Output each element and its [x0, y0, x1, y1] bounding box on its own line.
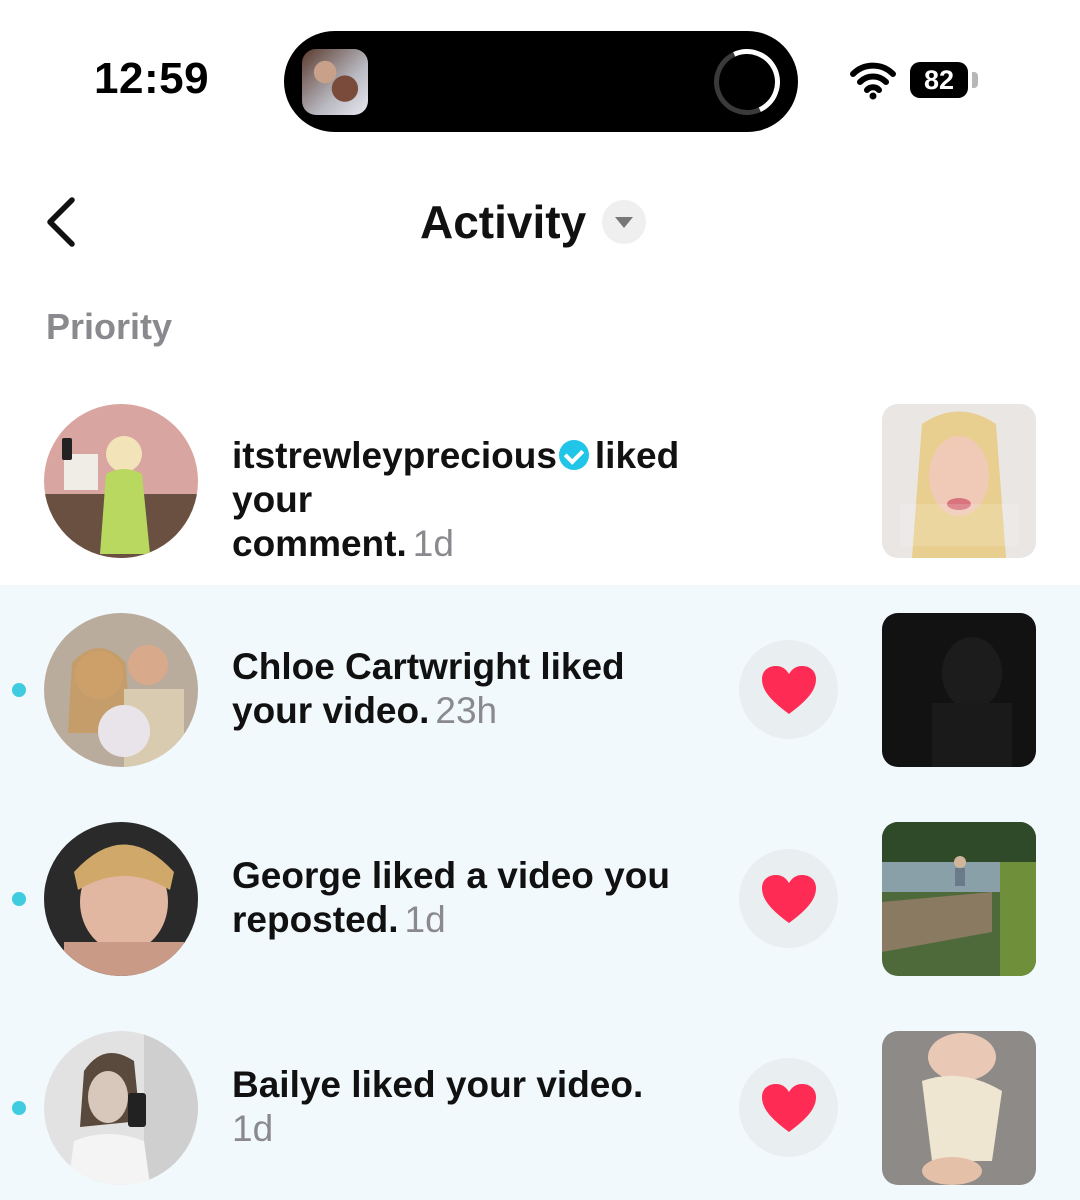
- activity-text: Chloe Cartwright liked your video. 23h: [232, 645, 732, 733]
- status-bar: 12:59 82: [0, 0, 1080, 160]
- heart-icon: [761, 665, 816, 714]
- activity-text: itstrewleyprecious liked your comment. 1d: [232, 434, 732, 566]
- upload-progress-icon: [704, 39, 790, 125]
- thumbnail-image: [882, 613, 1036, 767]
- post-thumbnail[interactable]: [882, 404, 1036, 558]
- battery-level: 82: [910, 62, 968, 98]
- avatar-image: [44, 613, 198, 767]
- avatar-image: [44, 822, 198, 976]
- activity-header: Activity: [0, 170, 1080, 280]
- activity-row-repost-like[interactable]: George liked a video you reposted. 1d: [0, 794, 1080, 1003]
- post-thumbnail[interactable]: [882, 1031, 1036, 1185]
- activity-text: George liked a video you reposted. 1d: [232, 854, 732, 942]
- post-thumbnail[interactable]: [882, 822, 1036, 976]
- activity-text-line1: Chloe Cartwright liked: [232, 646, 625, 687]
- verified-badge-icon: [558, 440, 589, 470]
- unread-dot: [12, 683, 26, 697]
- status-time: 12:59: [94, 54, 210, 103]
- now-playing-artwork: [302, 49, 368, 115]
- timestamp: 1d: [412, 523, 454, 564]
- thumbnail-image: [882, 1031, 1036, 1185]
- wifi-icon: [850, 62, 896, 100]
- section-label-priority: Priority: [46, 306, 173, 347]
- battery-cap: [972, 72, 978, 88]
- activity-text-line1: George liked a video you: [232, 855, 670, 896]
- thumbnail-image: [882, 822, 1036, 976]
- post-thumbnail[interactable]: [882, 613, 1036, 767]
- activity-text-line1: Bailye liked your video.: [232, 1064, 644, 1105]
- page-title: Activity: [420, 196, 587, 248]
- avatar-image: [44, 1031, 198, 1185]
- activity-text-line2: reposted.: [232, 899, 399, 940]
- timestamp: 1d: [404, 899, 446, 940]
- timestamp: 23h: [435, 690, 498, 731]
- activity-text: Bailye liked your video. 1d: [232, 1063, 732, 1151]
- avatar[interactable]: [44, 613, 198, 767]
- activity-row-video-like[interactable]: Chloe Cartwright liked your video. 23h: [0, 585, 1080, 794]
- activity-row-video-like[interactable]: Bailye liked your video. 1d: [0, 1003, 1080, 1200]
- avatar[interactable]: [44, 822, 198, 976]
- dynamic-island[interactable]: [284, 31, 798, 132]
- heart-icon: [761, 874, 816, 923]
- avatar[interactable]: [44, 1031, 198, 1185]
- activity-text-line2: your video.: [232, 690, 430, 731]
- thumbnail-image: [882, 404, 1036, 558]
- timestamp: 1d: [232, 1108, 274, 1149]
- caret-down-icon: [602, 200, 647, 244]
- action-text-cont: comment.: [232, 523, 407, 564]
- like-back-button[interactable]: [739, 640, 838, 739]
- avatar-image: [44, 404, 198, 558]
- back-button[interactable]: [36, 192, 96, 252]
- avatar[interactable]: [44, 404, 198, 558]
- activity-row-comment-like[interactable]: itstrewleyprecious liked your comment. 1d: [0, 376, 1080, 585]
- heart-icon: [761, 1083, 816, 1132]
- like-back-button[interactable]: [739, 1058, 838, 1157]
- like-back-button[interactable]: [739, 849, 838, 948]
- unread-dot: [12, 892, 26, 906]
- activity-filter-dropdown[interactable]: Activity: [420, 192, 647, 252]
- unread-dot: [12, 1101, 26, 1115]
- username[interactable]: itstrewleyprecious: [232, 435, 557, 476]
